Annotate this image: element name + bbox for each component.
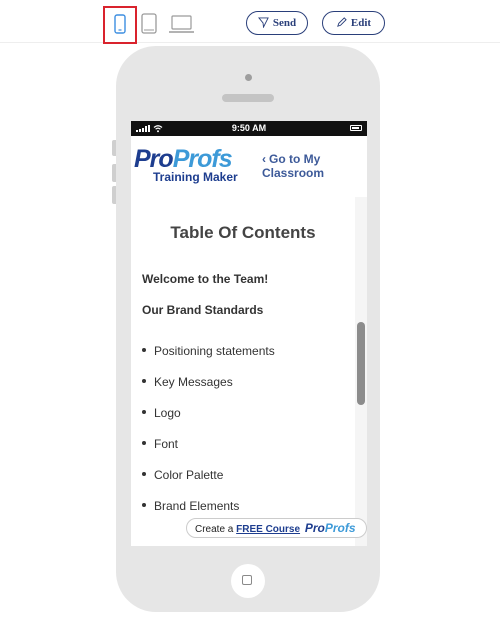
toc-item[interactable]: Positioning statements [142,344,342,358]
edit-button-label: Edit [350,17,372,29]
proprofs-logo: ProProfs [134,145,233,173]
tablet-view-button[interactable] [133,6,167,44]
phone-icon [114,14,126,34]
toc-item-label: Brand Elements [154,499,240,513]
bullet-icon [142,503,146,507]
scrollbar-thumb[interactable] [357,322,365,405]
create-free-course-banner[interactable]: Create a FREE Course ProProfs [186,518,367,538]
bullet-icon [142,441,146,445]
go-to-classroom-link[interactable]: ‹ Go to My Classroom [262,152,362,180]
desktop-view-button[interactable] [166,6,200,44]
phone-side-button [112,140,116,156]
go-link-line2: Classroom [262,166,325,180]
toc-item[interactable]: Key Messages [142,375,342,389]
phone-speaker [222,94,274,102]
phone-view-button[interactable] [103,6,137,44]
bullet-icon [142,379,146,383]
toc-item-label: Color Palette [154,468,224,482]
free-course-link[interactable]: FREE Course [236,524,300,535]
toc-item[interactable]: Logo [142,406,342,420]
toc-item[interactable]: Color Palette [142,468,342,482]
home-button[interactable] [231,564,265,598]
proprofs-brand-logo: ProProfs [304,521,356,535]
bullet-icon [142,410,146,414]
toc-section-link[interactable]: Our Brand Standards [142,303,263,317]
phone-side-button [112,186,116,204]
go-link-line1: Go to My [269,152,321,166]
phone-side-button [112,164,116,182]
send-button-label: Send [272,17,297,29]
toc-item-label: Key Messages [154,375,233,389]
edit-button[interactable]: Edit [322,11,385,35]
battery-icon [350,125,362,131]
promo-prefix: Create a [195,524,237,535]
logo-subtitle: Training Maker [153,170,238,184]
bullet-icon [142,472,146,476]
preview-toolbar: Send Edit [0,0,500,44]
chevron-left-icon: ‹ [262,152,266,166]
camera-dot [245,74,252,81]
course-content: Table Of Contents Welcome to the Team! O… [131,197,355,546]
phone-screen: 9:50 AM ProProfs Training Maker ‹ Go to M… [131,121,367,546]
toc-item-label: Logo [154,406,181,420]
status-time: 9:50 AM [231,123,267,133]
send-icon [257,17,269,29]
toc-item-label: Font [154,437,179,451]
toc-item[interactable]: Brand Elements [142,499,342,513]
toc-section-link[interactable]: Welcome to the Team! [142,272,268,286]
pencil-icon [337,17,347,27]
send-button[interactable]: Send [246,11,308,35]
bullet-icon [142,348,146,352]
toc-title: Table Of Contents [170,223,316,242]
home-square-icon [242,575,252,585]
tablet-icon [141,13,157,34]
toc-item-label: Positioning statements [154,344,275,358]
toc-item[interactable]: Font [142,437,342,451]
laptop-icon [169,15,194,33]
status-bar: 9:50 AM [131,121,367,136]
app-header: ProProfs Training Maker ‹ Go to My Classr… [131,136,367,197]
